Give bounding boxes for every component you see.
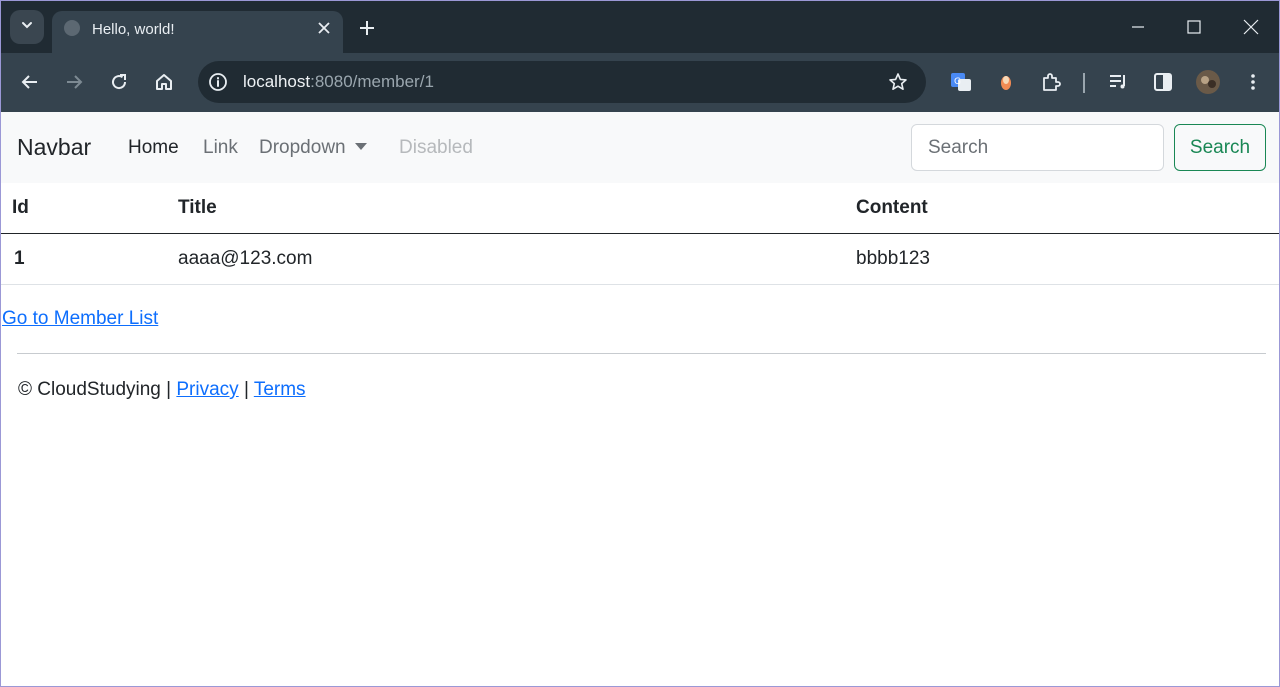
browser-window: Hello, world! localhost:8080/member/1 G … <box>0 0 1280 687</box>
home-button[interactable] <box>148 66 180 98</box>
extensions-button[interactable] <box>1035 66 1067 98</box>
column-header-title: Title <box>167 183 845 234</box>
maximize-icon <box>1187 20 1201 34</box>
minimize-button[interactable] <box>1124 15 1152 39</box>
caret-down-icon <box>354 143 367 150</box>
table-row: 1 aaaa@123.com bbbb123 <box>1 233 1279 285</box>
footer-divider <box>17 353 1266 354</box>
info-icon[interactable] <box>206 70 230 94</box>
nav-link-link[interactable]: Link <box>203 137 238 159</box>
terms-link[interactable]: Terms <box>254 379 306 400</box>
tab-search-button[interactable] <box>10 10 44 44</box>
close-icon <box>1243 19 1259 35</box>
member-table: Id Title Content 1 aaaa@123.com bbbb123 <box>1 183 1279 285</box>
avatar[interactable] <box>1192 66 1224 98</box>
url-host: localhost <box>243 72 311 91</box>
bookmark-star-button[interactable] <box>886 70 910 94</box>
column-header-id: Id <box>1 183 167 234</box>
close-window-button[interactable] <box>1237 15 1265 39</box>
globe-icon <box>64 20 80 36</box>
minimize-icon <box>1132 26 1144 28</box>
media-button[interactable] <box>1102 66 1134 98</box>
extension-icon <box>1001 76 1011 90</box>
member-list-link[interactable]: Go to Member List <box>2 308 158 330</box>
nav-dropdown-label: Dropdown <box>259 137 346 158</box>
toolbar-divider <box>1083 73 1085 93</box>
svg-text:G: G <box>954 77 961 87</box>
arrow-left-icon <box>21 75 37 89</box>
arrow-right-icon <box>67 75 83 89</box>
new-tab-button[interactable] <box>355 16 379 40</box>
star-icon <box>889 73 907 90</box>
footer-separator: | <box>166 379 172 400</box>
search-button[interactable]: Search <box>1174 124 1266 171</box>
cell-id: 1 <box>1 233 167 285</box>
chevron-down-icon <box>20 18 34 37</box>
navbar: Navbar Home Link Dropdown Disabled Searc… <box>1 112 1279 183</box>
search-input[interactable] <box>911 124 1164 171</box>
tab-active[interactable]: Hello, world! <box>52 11 343 53</box>
navbar-brand[interactable]: Navbar <box>17 134 91 161</box>
playlist-icon <box>1110 75 1125 89</box>
browser-toolbar: localhost:8080/member/1 G <box>1 53 1279 112</box>
puzzle-icon <box>1043 73 1061 91</box>
nav-link-home[interactable]: Home <box>128 137 179 159</box>
browser-menu-button[interactable] <box>1237 66 1269 98</box>
reload-button[interactable] <box>103 66 135 98</box>
translate-button[interactable]: G <box>945 66 977 98</box>
nav-link-disabled: Disabled <box>399 137 473 158</box>
translate-icon: G <box>951 73 971 91</box>
privacy-link[interactable]: Privacy <box>176 379 238 400</box>
nav-dropdown[interactable]: Dropdown <box>259 137 367 159</box>
tab-close-button[interactable] <box>315 19 333 37</box>
more-vertical-icon <box>1251 74 1255 90</box>
column-header-content: Content <box>845 183 1279 234</box>
table-header-row: Id Title Content <box>1 183 1279 234</box>
side-panel-icon <box>1154 73 1172 91</box>
extension-button[interactable] <box>990 66 1022 98</box>
home-icon <box>156 74 172 90</box>
close-icon <box>318 22 330 34</box>
address-bar[interactable]: localhost:8080/member/1 <box>198 61 926 103</box>
forward-button[interactable] <box>58 66 90 98</box>
footer-separator: | <box>243 379 249 400</box>
side-panel-button[interactable] <box>1147 66 1179 98</box>
tab-strip: Hello, world! <box>1 1 1279 53</box>
url-text[interactable]: localhost:8080/member/1 <box>243 72 434 92</box>
tab-title: Hello, world! <box>92 21 175 38</box>
footer: © CloudStudying | Privacy | Terms <box>18 379 306 401</box>
reload-icon <box>112 74 127 90</box>
cell-title: aaaa@123.com <box>167 233 845 285</box>
plus-icon <box>360 21 374 35</box>
back-button[interactable] <box>14 66 46 98</box>
maximize-button[interactable] <box>1180 15 1208 39</box>
cell-content: bbbb123 <box>845 233 1279 285</box>
url-path: :8080/member/1 <box>310 72 434 91</box>
footer-copyright: © CloudStudying <box>18 379 161 400</box>
